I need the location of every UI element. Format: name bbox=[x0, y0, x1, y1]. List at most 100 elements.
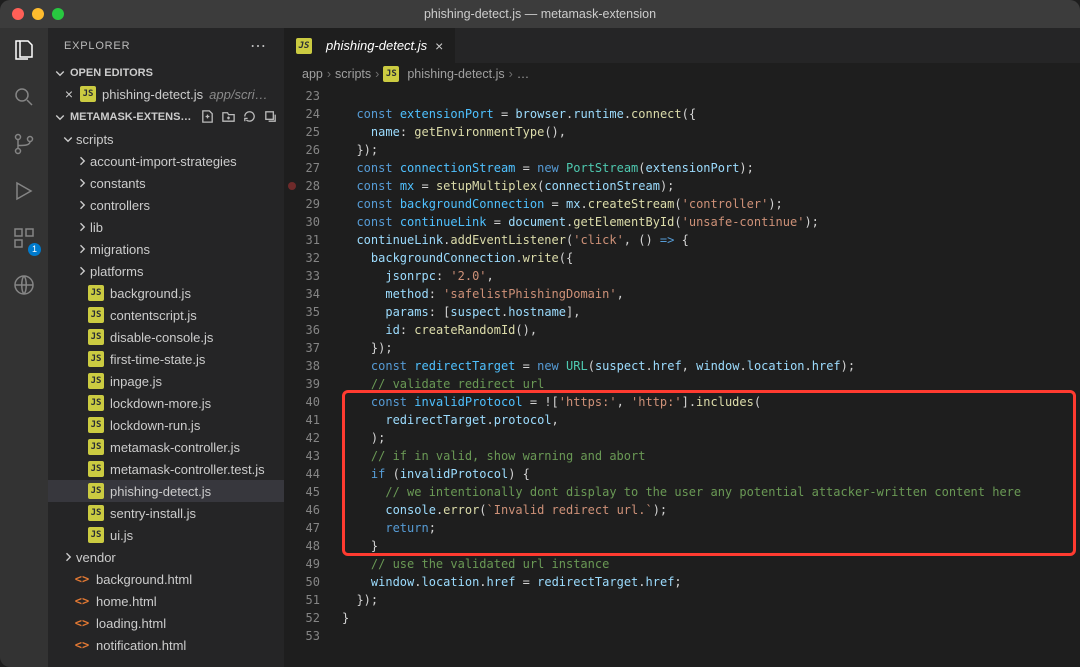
js-file-icon: JS bbox=[88, 461, 104, 477]
js-file-icon: JS bbox=[88, 285, 104, 301]
chevron-right-icon bbox=[76, 265, 88, 277]
chevron-right-icon bbox=[76, 155, 88, 167]
folder-item[interactable]: migrations bbox=[48, 238, 284, 260]
new-file-icon[interactable] bbox=[200, 109, 215, 124]
breadcrumb-segment[interactable]: phishing-detect.js bbox=[407, 67, 504, 81]
js-file-icon: JS bbox=[88, 329, 104, 345]
js-file-icon: JS bbox=[88, 439, 104, 455]
file-item[interactable]: JS metamask-controller.test.js bbox=[48, 458, 284, 480]
project-label: METAMASK-EXTENS… bbox=[70, 111, 191, 123]
open-editors-section-header[interactable]: OPEN EDITORS bbox=[48, 63, 284, 83]
tree-label: loading.html bbox=[96, 616, 166, 631]
code-content[interactable]: const extensionPort = browser.runtime.co… bbox=[334, 85, 1080, 667]
tree-label: scripts bbox=[76, 132, 114, 147]
tree-label: sentry-install.js bbox=[110, 506, 196, 521]
tree-label: lib bbox=[90, 220, 103, 235]
file-tree[interactable]: scripts account-import-strategiesconstant… bbox=[48, 128, 284, 667]
file-item[interactable]: JSui.js bbox=[48, 524, 284, 546]
file-item[interactable]: JS lockdown-more.js bbox=[48, 392, 284, 414]
accounts-activity[interactable] bbox=[12, 273, 36, 300]
tree-label: migrations bbox=[90, 242, 150, 257]
run-debug-activity[interactable] bbox=[12, 179, 36, 206]
close-tab-icon[interactable]: × bbox=[435, 38, 443, 54]
file-item[interactable]: JS metamask-controller.js bbox=[48, 436, 284, 458]
tree-label: lockdown-run.js bbox=[110, 418, 200, 433]
search-activity[interactable] bbox=[12, 85, 36, 112]
tree-label: inpage.js bbox=[110, 374, 162, 389]
folder-item[interactable]: platforms bbox=[48, 260, 284, 282]
tree-label: metamask-controller.test.js bbox=[110, 462, 265, 477]
chevron-right-icon bbox=[62, 551, 74, 563]
file-item[interactable]: JSinpage.js bbox=[48, 370, 284, 392]
collapse-all-icon[interactable] bbox=[263, 109, 278, 124]
project-section-header[interactable]: METAMASK-EXTENS… bbox=[48, 105, 284, 128]
file-item[interactable]: <>background.html bbox=[48, 568, 284, 590]
code-editor[interactable]: 2324252627282930313233343536373839404142… bbox=[284, 85, 1080, 667]
new-folder-icon[interactable] bbox=[221, 109, 236, 124]
file-item[interactable]: JS background.js bbox=[48, 282, 284, 304]
chevron-down-icon bbox=[62, 133, 74, 145]
editor-tabs: JS phishing-detect.js × bbox=[284, 28, 1080, 63]
play-bug-icon bbox=[12, 179, 36, 203]
js-file-icon: JS bbox=[88, 395, 104, 411]
tree-label: disable-console.js bbox=[110, 330, 213, 345]
tree-label: background.js bbox=[110, 286, 191, 301]
sidebar-more-icon[interactable]: ⋯ bbox=[250, 36, 268, 56]
breadcrumb-segment[interactable]: scripts bbox=[335, 67, 371, 81]
chevron-right-icon bbox=[76, 199, 88, 211]
folder-item[interactable]: account-import-strategies bbox=[48, 150, 284, 172]
folder-item[interactable]: scripts bbox=[48, 128, 284, 150]
file-item[interactable]: <>notification.html bbox=[48, 634, 284, 656]
file-item[interactable]: JSlockdown-run.js bbox=[48, 414, 284, 436]
files-icon bbox=[12, 38, 36, 62]
window-title: phishing-detect.js — metamask-extension bbox=[0, 7, 1080, 21]
js-file-icon: JS bbox=[88, 307, 104, 323]
editor-area: JS phishing-detect.js × app›scripts›JSph… bbox=[284, 28, 1080, 667]
js-file-icon: JS bbox=[88, 505, 104, 521]
globe-icon bbox=[12, 273, 36, 297]
file-item[interactable]: <>home.html bbox=[48, 590, 284, 612]
js-file-icon: JS bbox=[383, 66, 399, 82]
folder-item[interactable]: vendor bbox=[48, 546, 284, 568]
open-editors-list: ×JSphishing-detect.jsapp/scri… bbox=[48, 83, 284, 105]
file-item[interactable]: JS sentry-install.js bbox=[48, 502, 284, 524]
breadcrumb-segment[interactable]: app bbox=[302, 67, 323, 81]
chevron-down-icon bbox=[54, 67, 66, 79]
open-editor-path: app/scri… bbox=[209, 87, 268, 102]
js-file-icon: JS bbox=[88, 351, 104, 367]
js-file-icon: JS bbox=[88, 483, 104, 499]
project-tools bbox=[200, 109, 278, 124]
extensions-badge: 1 bbox=[28, 243, 41, 256]
chevron-right-icon bbox=[76, 221, 88, 233]
close-editor-icon[interactable]: × bbox=[62, 86, 76, 102]
folder-item[interactable]: lib bbox=[48, 216, 284, 238]
folder-item[interactable]: controllers bbox=[48, 194, 284, 216]
html-file-icon: <> bbox=[74, 615, 90, 631]
chevron-right-icon bbox=[76, 177, 88, 189]
tree-label: contentscript.js bbox=[110, 308, 197, 323]
js-file-icon: JS bbox=[88, 527, 104, 543]
explorer-activity[interactable] bbox=[12, 38, 36, 65]
folder-item[interactable]: constants bbox=[48, 172, 284, 194]
html-file-icon: <> bbox=[74, 571, 90, 587]
sidebar-title: EXPLORER bbox=[64, 40, 130, 52]
open-editor-item[interactable]: ×JSphishing-detect.jsapp/scri… bbox=[48, 83, 284, 105]
source-control-activity[interactable] bbox=[12, 132, 36, 159]
title-bar: phishing-detect.js — metamask-extension bbox=[0, 0, 1080, 28]
html-file-icon: <> bbox=[74, 637, 90, 653]
file-item[interactable]: JSphishing-detect.js bbox=[48, 480, 284, 502]
tab-phishing-detect[interactable]: JS phishing-detect.js × bbox=[284, 28, 456, 63]
tree-label: platforms bbox=[90, 264, 143, 279]
extensions-activity[interactable]: 1 bbox=[12, 226, 36, 253]
refresh-icon[interactable] bbox=[242, 109, 257, 124]
tree-label: metamask-controller.js bbox=[110, 440, 240, 455]
file-item[interactable]: <> loading.html bbox=[48, 612, 284, 634]
file-item[interactable]: JS disable-console.js bbox=[48, 326, 284, 348]
file-item[interactable]: JS contentscript.js bbox=[48, 304, 284, 326]
breadcrumb[interactable]: app›scripts›JSphishing-detect.js›… bbox=[284, 63, 1080, 85]
tree-label: lockdown-more.js bbox=[110, 396, 211, 411]
js-file-icon: JS bbox=[80, 86, 96, 102]
breadcrumb-segment[interactable]: … bbox=[517, 67, 530, 81]
chevron-right-icon bbox=[76, 243, 88, 255]
file-item[interactable]: JSfirst-time-state.js bbox=[48, 348, 284, 370]
